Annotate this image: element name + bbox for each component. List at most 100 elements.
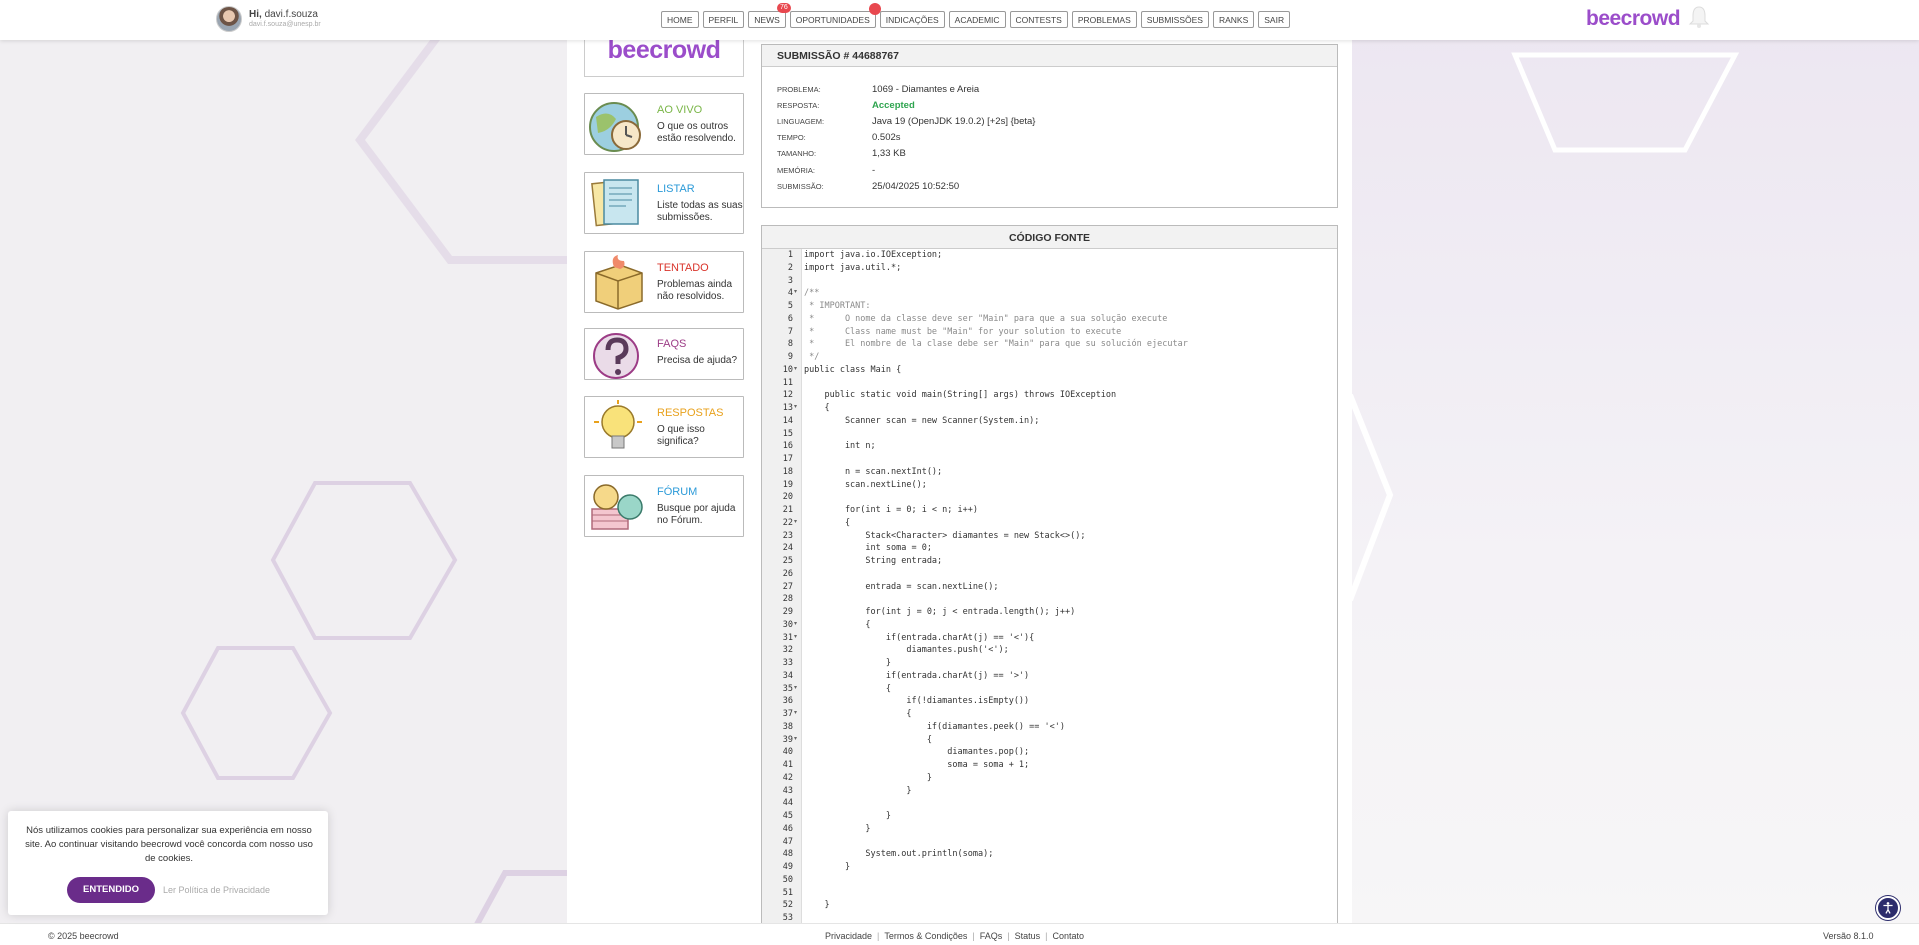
line-number: 36 — [782, 696, 793, 707]
line-number: 46 — [782, 823, 793, 834]
code-line: 40 diamantes.pop(); — [762, 746, 1337, 759]
row-label: RESPOSTA: — [777, 101, 820, 110]
separator: | — [1007, 931, 1010, 941]
nav-contests[interactable]: CONTESTS — [1009, 11, 1068, 28]
top-navigation-bar: Hi, davi.f.souza davi.f.souza@unesp.br H… — [0, 0, 1919, 40]
fold-arrow-icon[interactable]: ▾ — [794, 684, 797, 691]
privacy-policy-link[interactable]: Ler Política de Privacidade — [163, 885, 270, 895]
fold-arrow-icon[interactable]: ▾ — [794, 735, 797, 742]
notification-dot — [868, 3, 881, 15]
code-line: 14 Scanner scan = new Scanner(System.in)… — [762, 415, 1337, 428]
code-line: 43 } — [762, 785, 1337, 798]
code-line: 2 import java.util.*; — [762, 262, 1337, 275]
line-number: 48 — [782, 849, 793, 860]
code-line: 1 import java.io.IOException; — [762, 249, 1337, 262]
code-line: 29 for(int j = 0; j < entrada.length(); … — [762, 606, 1337, 619]
fold-arrow-icon[interactable]: ▾ — [794, 403, 797, 410]
code-line: 34 if(entrada.charAt(j) == '>') — [762, 670, 1337, 683]
code-text: } — [804, 772, 932, 783]
fold-arrow-icon[interactable]: ▾ — [794, 518, 797, 525]
nav-indicacoes[interactable]: INDICAÇÕES — [879, 11, 945, 28]
greeting-prefix: Hi, — [249, 9, 262, 20]
code-text: for(int j = 0; j < entrada.length(); j++… — [804, 607, 1076, 617]
code-line: 50 — [762, 874, 1337, 887]
footer-link-contato[interactable]: Contato — [1052, 931, 1084, 941]
line-number: 17 — [782, 454, 793, 464]
code-text: */ — [804, 352, 820, 362]
code-line: 46 } — [762, 823, 1337, 836]
lightbulb-icon — [594, 400, 642, 449]
line-number: 39 — [782, 734, 793, 745]
nav-news-label: NEWS — [754, 15, 780, 25]
footer-link-termos[interactable]: Termos & Condições — [884, 931, 967, 941]
row-value: 1,33 KB — [872, 148, 906, 159]
accept-cookies-button[interactable]: ENTENDIDO — [67, 877, 155, 903]
line-number: 14 — [782, 415, 793, 426]
card-listar[interactable]: LISTAR Liste todas as suas submissões. — [584, 172, 744, 234]
nav-oportunidades[interactable]: OPORTUNIDADES — [789, 3, 881, 28]
footer-link-privacidade[interactable]: Privacidade — [825, 931, 872, 941]
separator: | — [972, 931, 975, 941]
user-greeting[interactable]: Hi, davi.f.souza — [249, 9, 318, 20]
bell-icon[interactable] — [1688, 5, 1710, 29]
nav-perfil[interactable]: PERFIL — [702, 11, 745, 28]
nav-ranks[interactable]: RANKS — [1212, 11, 1255, 28]
fold-arrow-icon[interactable]: ▾ — [794, 633, 797, 640]
submission-row-tamanho: TAMANHO: 1,33 KB — [777, 148, 906, 159]
user-avatar[interactable] — [216, 6, 242, 32]
code-text: import java.io.IOException; — [804, 250, 943, 260]
card-ao-vivo[interactable]: AO VIVO O que os outros estão resolvendo… — [584, 93, 744, 155]
line-number: 6 — [787, 313, 793, 324]
code-line: 47 — [762, 836, 1337, 849]
accessibility-icon[interactable] — [1876, 896, 1900, 920]
fold-arrow-icon[interactable]: ▾ — [794, 365, 797, 372]
nav-submissoes[interactable]: SUBMISSÕES — [1140, 11, 1209, 28]
code-text: import java.util.*; — [804, 262, 902, 273]
line-number: 50 — [782, 874, 793, 885]
code-line: 42 } — [762, 772, 1337, 785]
fold-arrow-icon[interactable]: ▾ — [794, 620, 797, 627]
card-description: Liste todas as suas submissões. — [657, 200, 743, 223]
fold-arrow-icon[interactable]: ▾ — [794, 709, 797, 716]
code-line: 11 — [762, 377, 1337, 390]
line-number: 4 — [787, 288, 793, 299]
code-text: } — [804, 785, 912, 796]
card-tentado[interactable]: TENTADO Problemas ainda não resolvidos. — [584, 251, 744, 313]
line-number: 37 — [782, 709, 793, 719]
line-number: 25 — [782, 556, 793, 566]
nav-sair[interactable]: SAIR — [1258, 11, 1291, 28]
submission-row-problema: PROBLEMA: 1069 - Diamantes e Areia — [777, 84, 979, 95]
news-count-badge: 76 — [776, 3, 791, 13]
fold-arrow-icon[interactable]: ▾ — [794, 288, 797, 295]
line-number: 43 — [782, 785, 793, 796]
line-number: 9 — [787, 352, 793, 362]
card-title: TENTADO — [657, 262, 709, 274]
footer-link-faqs[interactable]: FAQs — [980, 931, 1003, 941]
problem-link[interactable]: 1069 - Diamantes e Areia — [872, 84, 979, 95]
line-number: 19 — [782, 479, 793, 490]
row-label: TAMANHO: — [777, 149, 817, 158]
card-forum[interactable]: FÓRUM Busque por ajuda no Fórum. — [584, 475, 744, 537]
card-faqs[interactable]: FAQS Precisa de ajuda? — [584, 328, 744, 380]
footer-link-status[interactable]: Status — [1015, 931, 1041, 941]
code-text: } — [804, 900, 830, 911]
line-number: 18 — [782, 466, 793, 477]
card-title: LISTAR — [657, 183, 695, 195]
line-number: 51 — [782, 887, 793, 898]
code-text: entrada = scan.nextLine(); — [804, 581, 999, 592]
code-text: { — [804, 734, 932, 745]
beecrowd-logo[interactable]: beecrowd — [1586, 7, 1681, 31]
card-respostas[interactable]: RESPOSTAS O que isso significa? — [584, 396, 744, 458]
nav-news[interactable]: NEWS 76 — [748, 3, 791, 28]
line-number: 12 — [782, 390, 793, 401]
row-label: PROBLEMA: — [777, 85, 821, 94]
line-number: 52 — [782, 900, 793, 911]
nav-academic[interactable]: ACADEMIC — [948, 11, 1006, 28]
version-label: Versão 8.1.0 — [1823, 931, 1874, 941]
row-value: Java 19 (OpenJDK 19.0.2) [+2s] {beta} — [872, 116, 1036, 127]
nav-home[interactable]: HOME — [661, 11, 699, 28]
code-editor[interactable]: 1 import java.io.IOException; 2 import java… — [762, 249, 1337, 924]
card-description: O que os outros estão resolvendo. — [657, 121, 736, 144]
code-line: 28 — [762, 593, 1337, 606]
nav-problemas[interactable]: PROBLEMAS — [1071, 11, 1137, 28]
